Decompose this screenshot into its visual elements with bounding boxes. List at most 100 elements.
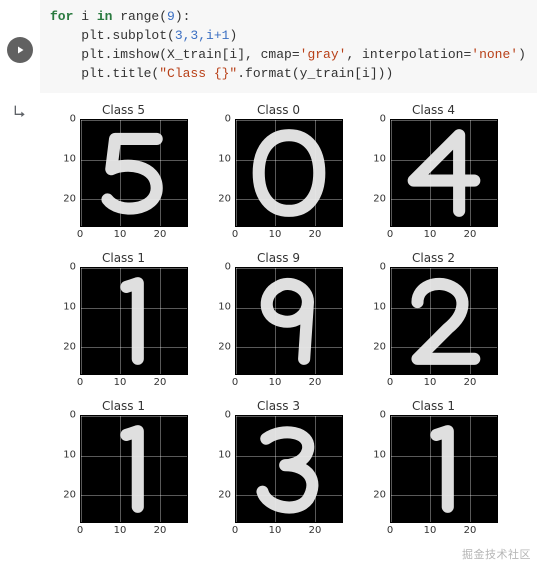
ytick-label: 10 [215,302,231,313]
xtick-label: 10 [424,377,437,388]
str: 'none' [471,47,518,62]
xtick-label: 10 [114,377,127,388]
axes [235,267,343,375]
cell-gutter [0,0,40,93]
ytick-label: 10 [60,450,76,461]
xtick-label: 10 [114,525,127,536]
xtick-label: 0 [232,377,238,388]
xtick-label: 20 [464,229,477,240]
code-text: .format(y_train[i])) [237,66,393,81]
output-row: Class 5 0 10 20 0 10 20 Class 0 0 10 20 0 10 20 Clas… [0,93,537,565]
xtick-label: 0 [77,377,83,388]
xtick-label: 10 [269,525,282,536]
subplot: Class 1 0102001020 [46,251,201,399]
xtick-label: 20 [154,377,167,388]
code-text: plt.imshow(X_train[i], cmap= [50,47,300,62]
code-text: ) [518,47,526,62]
xtick-label: 10 [424,229,437,240]
axes [390,415,498,523]
ytick-label: 20 [60,490,76,501]
subplot-title: Class 1 [46,399,201,413]
xtick-label: 0 [387,525,393,536]
ytick-label: 20 [215,342,231,353]
subplot: Class 3 0102001020 [201,399,356,547]
xtick-label: 20 [154,229,167,240]
axes [390,119,498,227]
ytick-label: 20 [370,342,386,353]
watermark: 掘金技术社区 [462,546,531,562]
subplot-title: Class 2 [356,251,511,265]
plot-grid: Class 5 0 10 20 0 10 20 Class 0 0 10 20 0 10 20 Clas… [46,103,531,547]
xtick-label: 0 [77,229,83,240]
ytick-label: 10 [370,154,386,165]
code-editor[interactable]: for i in range(9): plt.subplot(3,3,i+1) … [40,0,537,93]
subplot: Class 1 0102001020 [356,399,511,547]
code-text: range( [112,9,167,24]
subplot: Class 1 0102001020 [46,399,201,547]
axes [80,119,188,227]
ytick-label: 10 [215,450,231,461]
ytick-label: 10 [215,154,231,165]
xtick-label: 20 [309,377,322,388]
subplot-title: Class 3 [201,399,356,413]
ytick-label: 20 [370,490,386,501]
xtick-label: 20 [309,525,322,536]
xtick-label: 0 [77,525,83,536]
xtick-label: 10 [269,229,282,240]
kw-for: for [50,9,73,24]
xtick-label: 10 [114,229,127,240]
ytick-label: 10 [60,154,76,165]
xtick-label: 0 [232,525,238,536]
kw-in: in [97,9,113,24]
play-icon [14,44,26,56]
code-text: plt.title( [50,66,159,81]
xtick-label: 10 [269,377,282,388]
subplot-title: Class 4 [356,103,511,117]
code-text: i [73,9,96,24]
axes [80,267,188,375]
axes [235,415,343,523]
axes [235,119,343,227]
str: 'gray' [300,47,347,62]
subplot-title: Class 0 [201,103,356,117]
subplot: Class 0 0102001020 [201,103,356,251]
ytick-label: 10 [370,302,386,313]
subplot-title: Class 9 [201,251,356,265]
xtick-label: 0 [387,377,393,388]
output-area: Class 5 0 10 20 0 10 20 Class 0 0 10 20 0 10 20 Clas… [40,93,537,565]
xtick-label: 20 [464,525,477,536]
subplot-title: Class 1 [46,251,201,265]
axes [390,267,498,375]
code-text: ) [229,28,237,43]
axes [80,415,188,523]
code-text: ): [175,9,191,24]
subplot-title: Class 1 [356,399,511,413]
output-arrow-icon [12,103,28,119]
ytick-label: 10 [370,450,386,461]
code-text: plt.subplot( [50,28,175,43]
ytick-label: 20 [215,490,231,501]
xtick-label: 10 [424,525,437,536]
output-gutter [0,93,40,565]
ytick-label: 20 [60,342,76,353]
code-cell: for i in range(9): plt.subplot(3,3,i+1) … [0,0,537,93]
subplot: Class 9 0102001020 [201,251,356,399]
xtick-label: 0 [387,229,393,240]
subplot: Class 4 0102001020 [356,103,511,251]
ytick-label: 20 [215,194,231,205]
subplot: Class 2 0102001020 [356,251,511,399]
num: 3,3,i+1 [175,28,230,43]
subplot: Class 5 0102001020 [46,103,201,251]
str: "Class {}" [159,66,237,81]
subplot-title: Class 5 [46,103,201,117]
xtick-label: 20 [309,229,322,240]
run-button[interactable] [7,37,33,63]
num: 9 [167,9,175,24]
code-text: , interpolation= [346,47,471,62]
xtick-label: 0 [232,229,238,240]
xtick-label: 20 [154,525,167,536]
ytick-label: 20 [370,194,386,205]
xtick-label: 20 [464,377,477,388]
ytick-label: 20 [60,194,76,205]
ytick-label: 10 [60,302,76,313]
